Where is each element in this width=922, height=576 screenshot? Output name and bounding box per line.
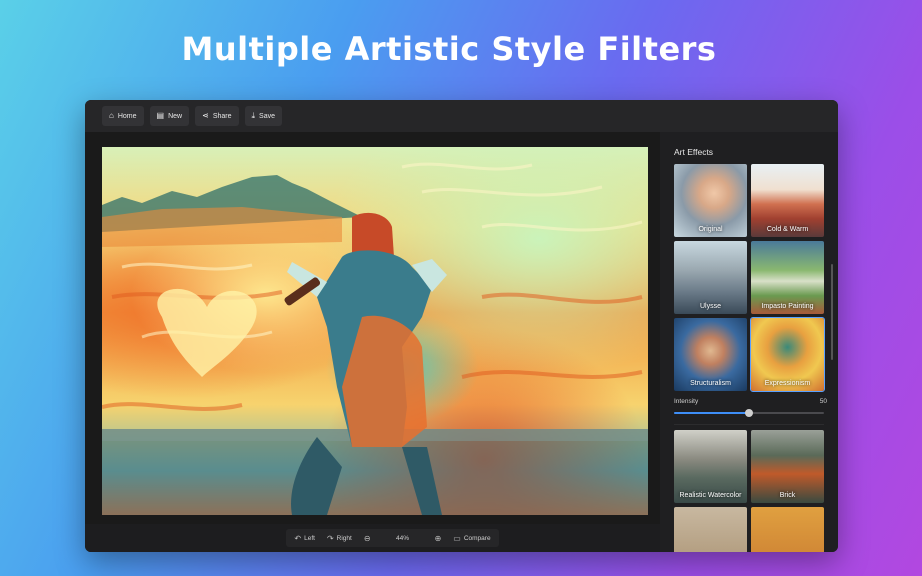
zoom-in-icon: ⊕ <box>434 533 442 543</box>
new-button[interactable]: ▤ New <box>149 106 190 126</box>
save-button[interactable]: ⤓ Save <box>244 106 283 126</box>
zoom-out-button[interactable]: ⊖ <box>364 534 371 543</box>
intensity-slider[interactable] <box>674 409 824 417</box>
rotate-right-label: Right <box>336 534 352 542</box>
rotate-right-button[interactable]: ↷ Right <box>327 534 352 543</box>
effect-label: Original <box>698 226 723 233</box>
panel-divider <box>674 424 824 425</box>
rotate-left-icon: ↶ <box>294 533 302 543</box>
new-file-icon: ▤ <box>156 111 165 120</box>
view-controls: ↶ Left ↷ Right ⊖ 44% ⊕ ▭ Compare <box>286 529 499 547</box>
canvas-area <box>85 132 660 524</box>
effect-thumb-ulysse[interactable]: Ulysse <box>674 241 747 314</box>
home-button[interactable]: ⌂ Home <box>102 106 144 126</box>
effect-label: Ulysse <box>699 303 721 310</box>
effect-thumb-extra-1[interactable] <box>674 507 747 552</box>
save-label: Save <box>259 112 276 120</box>
effect-label: Cold & Warm <box>766 226 809 233</box>
effect-thumb-expressionism[interactable]: Expressionism <box>750 317 825 392</box>
effect-thumb-impasto-painting[interactable]: Impasto Painting <box>751 241 824 314</box>
share-button[interactable]: ⋖ Share <box>195 106 239 126</box>
new-label: New <box>168 112 183 120</box>
panel-scrollbar[interactable] <box>831 264 833 360</box>
rotate-right-icon: ↷ <box>326 533 334 543</box>
share-icon: ⋖ <box>202 111 209 120</box>
home-icon: ⌂ <box>109 111 114 120</box>
compare-icon: ▭ <box>453 533 461 543</box>
compare-button[interactable]: ▭ Compare <box>453 534 490 543</box>
effect-thumb-extra-2[interactable] <box>751 507 824 552</box>
effect-thumb-cold-warm[interactable]: Cold & Warm <box>751 164 824 237</box>
compare-label: Compare <box>463 534 491 542</box>
intensity-label: Intensity <box>674 398 699 405</box>
panel-title: Art Effects <box>674 147 714 157</box>
rotate-left-label: Left <box>304 534 315 542</box>
home-label: Home <box>117 112 137 120</box>
effect-thumb-brick[interactable]: Brick <box>751 430 824 503</box>
effect-label: Impasto Painting <box>761 303 814 310</box>
effect-label: Brick <box>779 492 796 499</box>
art-effects-panel: Art Effects Original Cold & Warm Ulysse … <box>660 132 838 552</box>
bottom-bar: ↶ Left ↷ Right ⊖ 44% ⊕ ▭ Compare <box>85 524 660 552</box>
zoom-out-icon: ⊖ <box>363 533 371 543</box>
intensity-value: 50 <box>819 398 827 405</box>
effect-label: Realistic Watercolor <box>679 492 742 499</box>
rotate-left-button[interactable]: ↶ Left <box>294 534 315 543</box>
headline: Multiple Artistic Style Filters <box>181 30 717 68</box>
artwork-image[interactable] <box>102 147 648 515</box>
effect-thumb-original[interactable]: Original <box>674 164 747 237</box>
toolbar: ⌂ Home ▤ New ⋖ Share ⤓ Save <box>85 100 838 132</box>
intensity-slider-knob[interactable] <box>745 409 753 417</box>
app-window: ⌂ Home ▤ New ⋖ Share ⤓ Save ↶ Left ↷ Rig… <box>85 100 838 552</box>
artwork-painting <box>102 162 648 515</box>
zoom-in-button[interactable]: ⊕ <box>435 534 442 543</box>
effect-label: Expressionism <box>764 380 811 387</box>
share-label: Share <box>212 112 232 120</box>
zoom-level: 44% <box>396 534 410 542</box>
download-icon: ⤓ <box>251 111 256 120</box>
effect-label: Structuralism <box>690 380 731 387</box>
effect-thumb-structuralism[interactable]: Structuralism <box>674 318 747 391</box>
effect-thumb-realistic-watercolor[interactable]: Realistic Watercolor <box>674 430 747 503</box>
intensity-slider-fill <box>674 412 749 414</box>
